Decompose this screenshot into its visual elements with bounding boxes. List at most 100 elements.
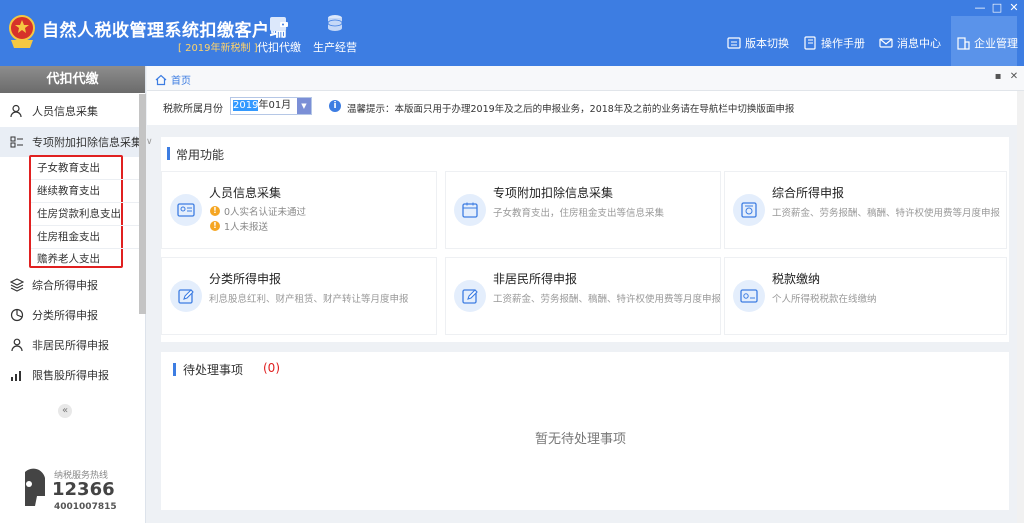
home-icon xyxy=(155,74,167,85)
submenu-item-child-education[interactable]: 子女教育支出 xyxy=(37,157,137,179)
app-header: 自然人税收管理系统扣缴客户端 [ 2019年新税制 ] 代扣代缴 生产经营 版本… xyxy=(0,0,1024,66)
sidebar-item-special-deduction[interactable]: 专项附加扣除信息采集 ∨ xyxy=(0,127,153,157)
top-nav-withhold-label: 代扣代缴 xyxy=(257,41,301,54)
card-comprehensive[interactable]: 综合所得申报 工资薪金、劳务报酬、稿酬、特许权使用费等月度申报 xyxy=(724,171,1007,249)
sidebar-item-classified-label: 分类所得申报 xyxy=(32,309,98,322)
sidebar-item-classified[interactable]: 分类所得申报 xyxy=(0,300,140,330)
submenu-item-elderly-support[interactable]: 赡养老人支出 xyxy=(37,248,137,270)
submenu-item-mortgage-interest[interactable]: 住房贷款利息支出 xyxy=(37,203,137,225)
report-icon xyxy=(741,202,757,218)
enterprise-management-button[interactable]: 企业管理 xyxy=(956,35,1018,51)
common-functions-panel: 常用功能 人员信息采集 ! 0人实名认证未通过 ! 1人未报送 专项附加扣除信息… xyxy=(161,137,1009,342)
message-center-button[interactable]: 消息中心 xyxy=(879,35,941,51)
card-special-deduction[interactable]: 专项附加扣除信息采集 子女教育支出，住房租金支出等信息采集 xyxy=(445,171,721,249)
card-nonresident-desc: 工资薪金、劳务报酬、稿酬、特许权使用费等月度申报 xyxy=(493,294,721,305)
card-payment-desc: 个人所得税税款在线缴纳 xyxy=(772,294,877,305)
sidebar-item-personnel[interactable]: 人员信息采集 xyxy=(0,96,140,126)
card-payment-title: 税款缴纳 xyxy=(772,272,821,286)
top-nav-business[interactable]: 生产经营 xyxy=(308,12,362,55)
card-personnel-warning-1-text: 0人实名认证未通过 xyxy=(224,207,307,218)
tab-home-label: 首页 xyxy=(171,76,191,87)
id-card-icon xyxy=(177,203,195,217)
top-nav-business-label: 生产经营 xyxy=(313,41,357,54)
tab-close-button[interactable]: ✕ xyxy=(1009,72,1019,82)
tax-emblem-icon xyxy=(9,15,35,48)
bar-chart-icon xyxy=(11,371,21,381)
app-title: 自然人税收管理系统扣缴客户端 xyxy=(42,21,287,41)
pending-count: (0) xyxy=(263,361,280,375)
card-tax-payment[interactable]: 税款缴纳 个人所得税税款在线缴纳 xyxy=(724,257,1007,335)
period-month-text: 年01月 xyxy=(258,100,292,111)
window-minimize-button[interactable]: — xyxy=(973,2,987,14)
warning-icon: ! xyxy=(210,206,220,216)
sidebar-item-special-deduction-label: 专项附加扣除信息采集 xyxy=(32,136,142,149)
edit-icon xyxy=(178,289,194,304)
section-accent-bar xyxy=(173,363,176,376)
hotline-number: 12366 xyxy=(52,479,115,500)
building-icon xyxy=(957,37,970,50)
list-icon xyxy=(10,136,23,148)
card-icon-bg xyxy=(454,280,486,312)
submenu-item-housing-rent[interactable]: 住房租金支出 xyxy=(37,226,137,248)
book-icon xyxy=(804,36,816,50)
sidebar-item-restricted-stock[interactable]: 限售股所得申报 xyxy=(0,360,140,390)
period-tip-text: 温馨提示：本版面只用于办理2019年及之后的申报业务，2018年及之前的业务请在… xyxy=(347,104,795,115)
sidebar-collapse-button[interactable]: « xyxy=(58,404,72,418)
app-subtitle: [ 2019年新税制 ] xyxy=(178,43,258,54)
dropdown-arrow-icon[interactable]: ▼ xyxy=(297,98,311,114)
pending-panel: 待处理事项 (0) 暂无待处理事项 xyxy=(161,352,1009,510)
switch-icon xyxy=(727,37,741,49)
card-special-desc: 子女教育支出，住房租金支出等信息采集 xyxy=(493,208,665,219)
card-personnel-warning-1: ! 0人实名认证未通过 xyxy=(210,204,306,218)
submenu-item-continuing-education[interactable]: 继续教育支出 xyxy=(37,180,137,202)
sidebar-item-comprehensive[interactable]: 综合所得申报 xyxy=(0,270,140,300)
enterprise-management-label: 企业管理 xyxy=(974,37,1018,50)
period-label: 税款所属月份 xyxy=(163,104,223,115)
card-personnel-title: 人员信息采集 xyxy=(209,186,282,200)
manual-label: 操作手册 xyxy=(821,37,865,50)
card-classified-desc: 利息股息红利、财产租赁、财产转让等月度申报 xyxy=(209,294,409,305)
sidebar-item-nonresident[interactable]: 非居民所得申报 xyxy=(0,330,140,360)
calendar-icon xyxy=(462,202,478,218)
card-personnel[interactable]: 人员信息采集 ! 0人实名认证未通过 ! 1人未报送 xyxy=(161,171,437,249)
hotline-sub-number: 4001007815 xyxy=(54,502,117,512)
manual-button[interactable]: 操作手册 xyxy=(803,35,865,51)
sidebar-item-restricted-stock-label: 限售股所得申报 xyxy=(32,369,109,382)
period-row: 税款所属月份 2019年01月 ▼ i 温馨提示：本版面只用于办理2019年及之… xyxy=(147,91,1024,125)
sidebar-item-comprehensive-label: 综合所得申报 xyxy=(32,279,98,292)
card-icon-bg xyxy=(733,194,765,226)
period-year-selected: 2019 xyxy=(233,100,259,111)
window-maximize-button[interactable]: □ xyxy=(990,2,1004,14)
period-select[interactable]: 2019年01月 ▼ xyxy=(230,97,312,115)
warning-icon: ! xyxy=(210,221,220,231)
edit-icon xyxy=(462,289,478,304)
main-scrollbar[interactable] xyxy=(1017,91,1024,523)
section-accent-bar xyxy=(167,147,170,160)
common-functions-title: 常用功能 xyxy=(176,148,225,162)
hotline-block: 纳税服务热线 12366 4001007815 xyxy=(17,466,137,514)
top-nav-withhold[interactable]: 代扣代缴 xyxy=(252,12,306,55)
tab-bar: 首页 ▪ ✕ xyxy=(147,66,1024,91)
sidebar-scrollbar[interactable] xyxy=(139,94,146,314)
card-icon-bg xyxy=(170,194,202,226)
layers-icon xyxy=(10,278,24,292)
headset-person-icon xyxy=(25,468,45,506)
card-classified-title: 分类所得申报 xyxy=(209,272,282,286)
version-switch-label: 版本切换 xyxy=(745,37,789,50)
card-icon-bg xyxy=(454,194,486,226)
mail-icon xyxy=(879,38,893,48)
window-close-button[interactable]: ✕ xyxy=(1007,2,1021,14)
person-icon xyxy=(11,338,23,352)
sidebar-item-personnel-label: 人员信息采集 xyxy=(32,105,98,118)
card-nonresident[interactable]: 非居民所得申报 工资薪金、劳务报酬、稿酬、特许权使用费等月度申报 xyxy=(445,257,721,335)
tab-restore-button[interactable]: ▪ xyxy=(993,72,1003,82)
card-special-title: 专项附加扣除信息采集 xyxy=(493,186,614,200)
info-icon: i xyxy=(329,100,341,112)
version-switch-button[interactable]: 版本切换 xyxy=(727,35,789,51)
card-comprehensive-desc: 工资薪金、劳务报酬、稿酬、特许权使用费等月度申报 xyxy=(772,208,1001,219)
card-nonresident-title: 非居民所得申报 xyxy=(493,272,578,286)
tab-home[interactable]: 首页 xyxy=(155,72,191,87)
message-center-label: 消息中心 xyxy=(897,37,941,50)
sidebar-title: 代扣代缴 xyxy=(0,66,145,93)
card-classified[interactable]: 分类所得申报 利息股息红利、财产租赁、财产转让等月度申报 xyxy=(161,257,437,335)
